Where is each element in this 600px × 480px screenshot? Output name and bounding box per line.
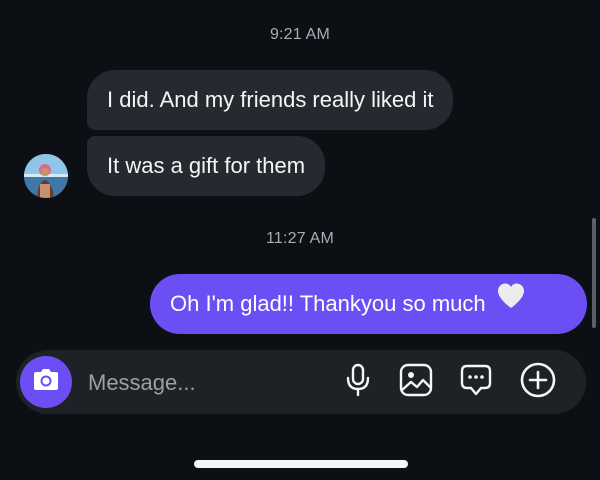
add-button[interactable] — [520, 362, 556, 403]
message-input[interactable] — [86, 362, 330, 404]
camera-button[interactable] — [20, 356, 72, 408]
sticker-button[interactable] — [458, 364, 494, 400]
gallery-button[interactable] — [398, 363, 434, 402]
outgoing-message[interactable]: Oh I'm glad!! Thankyou so much — [150, 274, 587, 334]
scrollbar[interactable] — [592, 218, 596, 328]
incoming-message[interactable]: I did. And my friends really liked it — [87, 70, 454, 130]
avatar-photo — [24, 154, 68, 198]
sticker-icon — [459, 363, 493, 402]
message-text: Oh I'm glad!! Thankyou so much — [170, 291, 486, 316]
gallery-icon — [399, 363, 433, 402]
contact-avatar[interactable] — [24, 154, 68, 198]
message-text: It was a gift for them — [107, 153, 306, 178]
timestamp: 11:27 AM — [265, 230, 334, 247]
incoming-message[interactable]: It was a gift for them — [87, 136, 326, 196]
message-text: I did. And my friends really liked it — [107, 87, 434, 112]
message-composer — [16, 350, 586, 414]
timestamp: 9:21 AM — [269, 26, 331, 43]
white-heart-icon — [496, 273, 526, 333]
microphone-icon — [346, 363, 370, 402]
camera-icon — [32, 368, 60, 397]
home-indicator[interactable] — [194, 460, 408, 468]
plus-circle-icon — [520, 362, 556, 403]
microphone-button[interactable] — [340, 363, 376, 402]
